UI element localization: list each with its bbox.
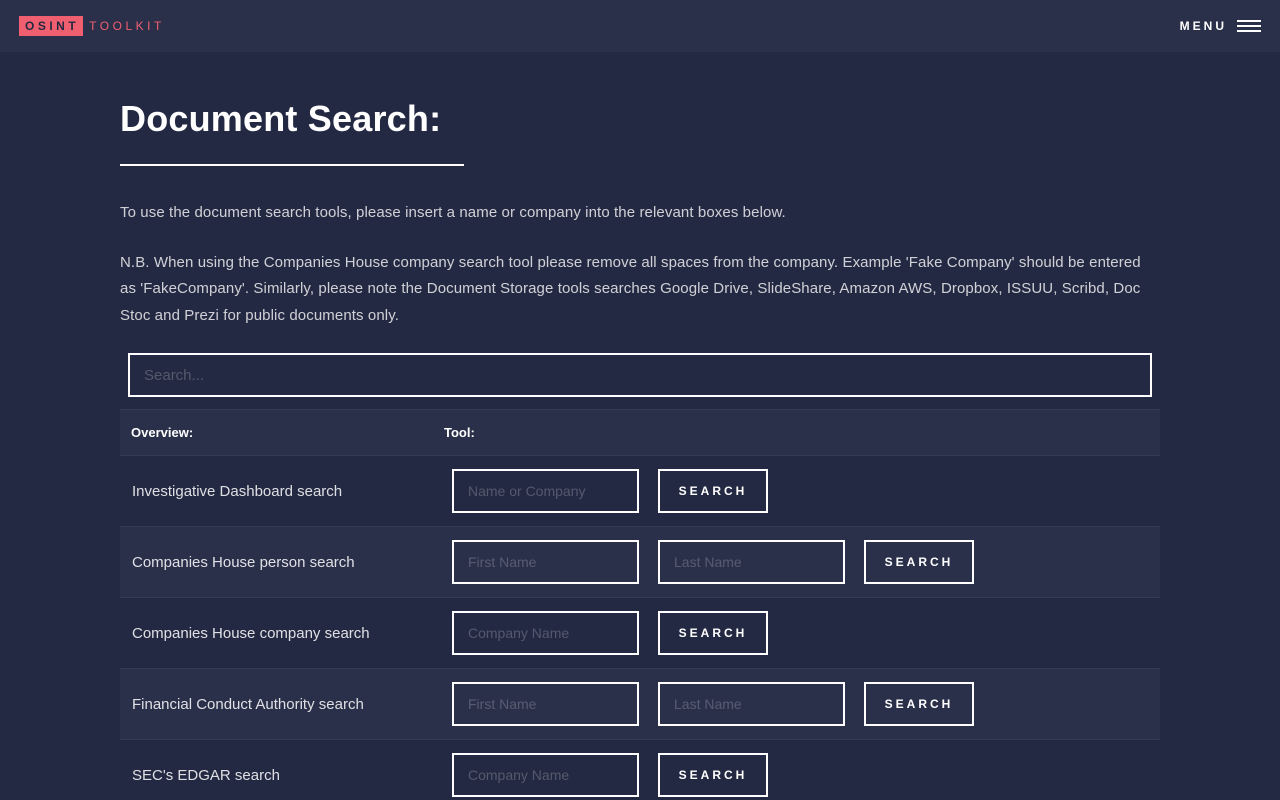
last-name-input[interactable] xyxy=(658,540,845,584)
search-button[interactable]: SEARCH xyxy=(864,540,974,584)
row-overview: Companies House person search xyxy=(132,553,355,571)
row-overview: SEC's EDGAR search xyxy=(132,766,280,784)
logo-toolkit: TOOLKIT xyxy=(89,19,165,33)
first-name-input[interactable] xyxy=(452,682,639,726)
row-tool: SEARCH xyxy=(432,598,1160,669)
logo[interactable]: OSINT TOOLKIT xyxy=(19,16,171,36)
hamburger-icon xyxy=(1237,20,1261,32)
search-wrapper xyxy=(120,353,1160,397)
table-row: Companies House company search SEARCH xyxy=(120,597,1160,669)
company-name-input[interactable] xyxy=(452,753,639,798)
company-name-input[interactable] xyxy=(452,611,639,655)
table-search-input[interactable] xyxy=(128,353,1152,397)
name-or-company-input[interactable] xyxy=(452,469,639,513)
note-text: N.B. When using the Companies House comp… xyxy=(120,253,1141,324)
title-underline xyxy=(120,164,464,166)
first-name-input[interactable] xyxy=(452,540,639,584)
row-overview: Investigative Dashboard search xyxy=(132,482,343,500)
search-button[interactable]: SEARCH xyxy=(658,611,768,655)
table-row: Financial Conduct Authority search SEARC… xyxy=(120,668,1160,740)
search-button[interactable]: SEARCH xyxy=(658,753,768,798)
last-name-input[interactable] xyxy=(658,682,845,726)
main-content: Document Search: To use the document sea… xyxy=(120,52,1160,800)
top-bar: OSINT TOOLKIT MENU xyxy=(0,0,1280,52)
tools-table: Overview: Tool: Investigative Dashboard … xyxy=(120,409,1160,800)
row-tool: SEARCH xyxy=(432,669,1160,740)
page-title: Document Search: xyxy=(120,98,442,139)
row-tool: SEARCH xyxy=(432,527,1160,598)
intro-text: To use the document search tools, please… xyxy=(120,204,786,221)
table-row: SEC's EDGAR search SEARCH xyxy=(120,739,1160,800)
row-tool: SEARCH xyxy=(432,740,1160,800)
row-overview: Financial Conduct Authority search xyxy=(132,695,364,713)
table-header-row: Overview: Tool: xyxy=(120,409,1160,456)
search-button[interactable]: SEARCH xyxy=(658,469,768,513)
menu-label: MENU xyxy=(1179,19,1227,33)
search-button[interactable]: SEARCH xyxy=(864,682,974,726)
table-row: Investigative Dashboard search SEARCH xyxy=(120,455,1160,527)
logo-osint: OSINT xyxy=(19,16,84,36)
menu-button[interactable]: MENU xyxy=(1180,19,1261,33)
row-overview: Companies House company search xyxy=(132,624,370,642)
header-tool: Tool: xyxy=(444,425,475,440)
header-overview: Overview: xyxy=(131,425,194,440)
table-row: Companies House person search SEARCH xyxy=(120,526,1160,598)
row-tool: SEARCH xyxy=(432,456,1160,527)
